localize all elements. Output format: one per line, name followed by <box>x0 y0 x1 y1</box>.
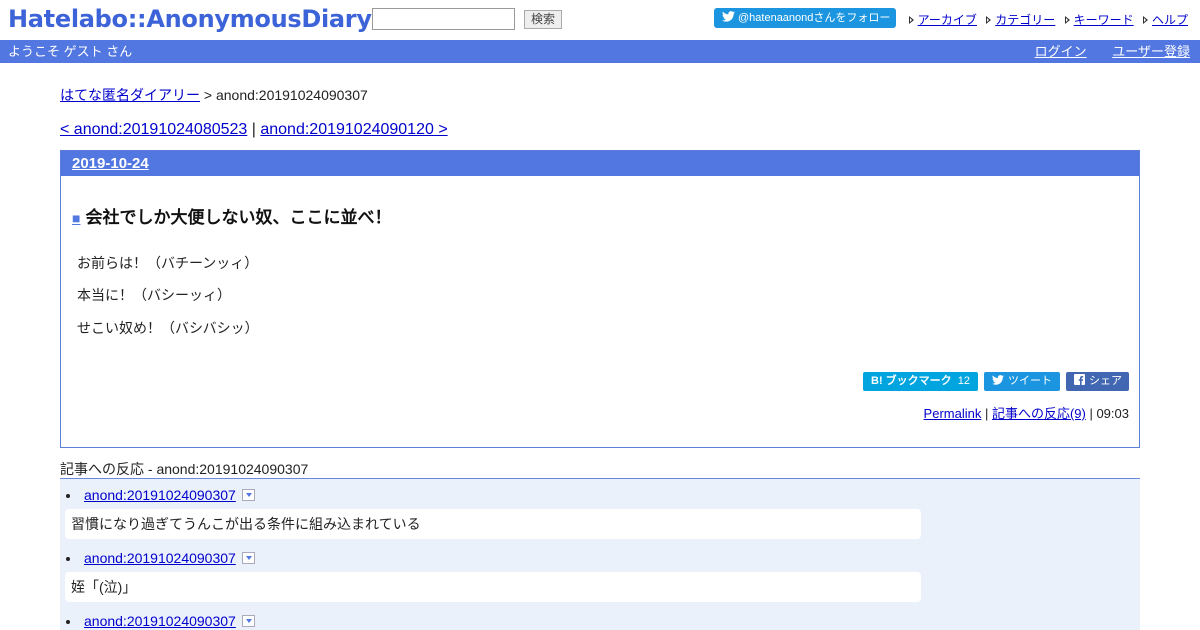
nav-keyword[interactable]: キーワード <box>1074 13 1134 27</box>
entry-title-text: 会社でしか大便しない奴、ここに並べ！ <box>85 208 392 227</box>
facebook-icon <box>1074 374 1085 385</box>
reaction-comment: 習慣になり過ぎてうんこが出る条件に組み込まれている <box>65 509 921 539</box>
reactions-link[interactable]: 記事への反応(9) <box>992 406 1086 421</box>
dropdown-icon[interactable] <box>241 552 255 564</box>
breadcrumb: はてな匿名ダイアリー > anond:20191024090307 <box>60 85 368 105</box>
hatena-bookmark-button[interactable]: B! ブックマーク 12 <box>863 372 978 391</box>
reaction-link-row: anond:20191024090307 <box>66 550 255 566</box>
reactions-heading: 記事への反応 - anond:20191024090307 <box>60 461 309 477</box>
search-button[interactable]: 検索 <box>524 10 562 29</box>
bookmark-count: 12 <box>957 375 971 387</box>
facebook-label: シェア <box>1089 375 1122 387</box>
dropdown-icon[interactable] <box>241 615 255 627</box>
reaction-link-row: anond:20191024090307 <box>66 487 255 503</box>
dropdown-icon[interactable] <box>241 489 255 501</box>
entry-time: 09:03 <box>1096 406 1129 421</box>
reaction-link-row: anond:20191024090307 <box>66 613 255 629</box>
footer-separator: | <box>981 406 992 421</box>
reaction-link[interactable]: anond:20191024090307 <box>84 613 236 629</box>
entry-pager: < anond:20191024080523 | anond:201910240… <box>60 121 448 139</box>
tweet-label: ツイート <box>1008 375 1052 387</box>
site-logo[interactable]: Hatelabo::AnonymousDiary <box>8 5 372 33</box>
entry-title: ■ 会社でしか大便しない奴、ここに並べ！ <box>72 203 391 228</box>
reaction-link[interactable]: anond:20191024090307 <box>84 550 236 566</box>
next-entry-link[interactable]: anond:20191024090120 > <box>260 121 447 138</box>
nav-archive[interactable]: アーカイブ <box>918 13 977 27</box>
tweet-button[interactable]: ツイート <box>984 372 1060 391</box>
entry-body-line: せこい奴め！（バシバシッ） <box>77 320 259 336</box>
breadcrumb-current: anond:20191024090307 <box>215 87 368 103</box>
arrow-icon <box>986 16 992 24</box>
account-links: ログイン ユーザー登録 <box>1013 40 1190 63</box>
reactions-list: anond:20191024090307 習慣になり過ぎてうんこが出る条件に組み… <box>60 478 1140 630</box>
breadcrumb-separator: > <box>200 87 216 103</box>
bookmark-label: B! ブックマーク <box>871 375 952 387</box>
site-header: Hatelabo::AnonymousDiary 検索 @hatenaanond… <box>0 0 1200 40</box>
arrow-icon <box>1142 16 1148 24</box>
arrow-icon <box>908 16 914 24</box>
reaction-comment: 姪「(泣)」 <box>65 572 921 602</box>
share-buttons: B! ブックマーク 12 ツイート シェア <box>863 372 1129 392</box>
entry-anchor-link[interactable]: ■ <box>72 210 80 226</box>
user-bar: ようこそ ゲスト さん ログイン ユーザー登録 <box>0 40 1200 63</box>
nav-help[interactable]: ヘルプ <box>1152 13 1188 27</box>
day-header: 2019-10-24 <box>61 151 1139 176</box>
breadcrumb-home[interactable]: はてな匿名ダイアリー <box>60 87 200 103</box>
arrow-icon <box>1064 16 1070 24</box>
search-input[interactable] <box>372 8 515 30</box>
top-nav: アーカイブ カテゴリー キーワード ヘルプ <box>903 11 1188 28</box>
twitter-icon <box>722 11 735 22</box>
nav-category[interactable]: カテゴリー <box>995 13 1055 27</box>
register-link[interactable]: ユーザー登録 <box>1112 44 1190 59</box>
reaction-link[interactable]: anond:20191024090307 <box>84 487 236 503</box>
entry-body-line: お前らは！（バチーンッィ） <box>77 255 259 271</box>
footer-separator: | <box>1085 406 1097 421</box>
day-section: 2019-10-24 ■ 会社でしか大便しない奴、ここに並べ！ お前らは！（バチー… <box>60 150 1140 448</box>
facebook-share-button[interactable]: シェア <box>1066 372 1129 391</box>
welcome-text: ようこそ ゲスト さん <box>8 44 133 59</box>
twitter-icon <box>992 375 1004 385</box>
follow-label: @hatenaanondさんをフォロー <box>738 12 891 24</box>
pager-separator: | <box>247 121 261 138</box>
twitter-follow-button[interactable]: @hatenaanondさんをフォロー <box>714 8 896 28</box>
entry-footer: Permalink | 記事への反応(9) | 09:03 <box>924 403 1129 422</box>
prev-entry-link[interactable]: < anond:20191024080523 <box>60 121 247 138</box>
login-link[interactable]: ログイン <box>1035 44 1087 59</box>
permalink-link[interactable]: Permalink <box>924 406 982 421</box>
entry-body-line: 本当に！（バシーッィ） <box>77 287 231 303</box>
day-date-link[interactable]: 2019-10-24 <box>72 155 149 172</box>
